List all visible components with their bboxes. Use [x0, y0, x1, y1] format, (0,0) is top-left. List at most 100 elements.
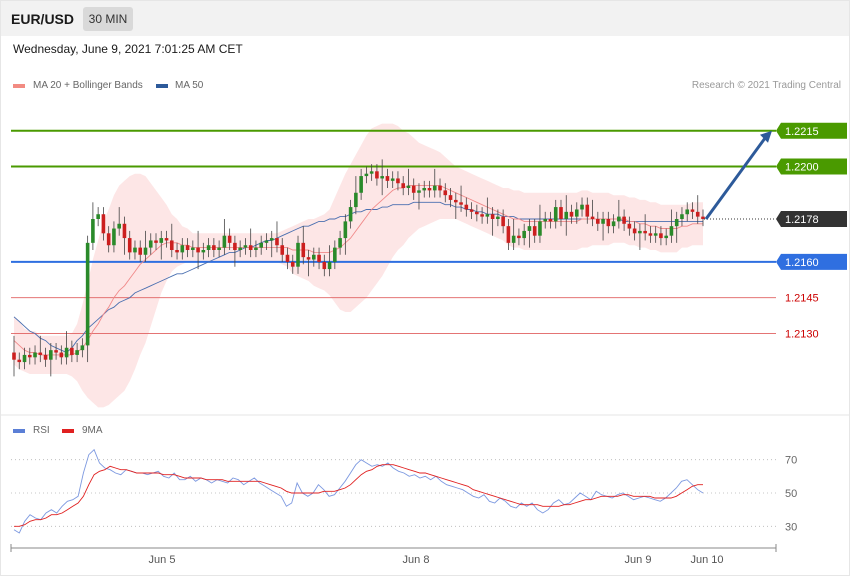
- candle-body: [138, 247, 143, 255]
- x-tick-label: Jun 8: [403, 554, 430, 566]
- candle-body: [64, 347, 69, 358]
- candle-body: [396, 178, 400, 184]
- candle-body: [417, 190, 421, 193]
- candle-body: [485, 214, 490, 217]
- candle-body: [180, 245, 185, 253]
- projection-arrow-shaft: [704, 135, 768, 220]
- candle-body: [164, 238, 169, 241]
- candle-body: [685, 209, 690, 215]
- candle-body: [290, 261, 295, 267]
- candle-body: [85, 242, 90, 346]
- level-label: 1.2145: [785, 293, 819, 305]
- candle-body: [611, 221, 616, 227]
- candle-body: [359, 176, 363, 193]
- candle-body: [553, 207, 558, 222]
- candle-body: [490, 214, 495, 219]
- candle-body: [101, 214, 106, 234]
- candle-body: [280, 245, 285, 255]
- candle-body: [627, 223, 632, 229]
- candle-body: [459, 202, 463, 205]
- candle-body: [75, 350, 79, 355]
- candle-body: [411, 185, 416, 193]
- candle-body: [669, 226, 674, 236]
- candle-body: [143, 247, 148, 255]
- candle-body: [348, 207, 353, 222]
- candle-body: [653, 233, 658, 236]
- candle-body: [122, 223, 127, 239]
- candle-body: [601, 219, 605, 224]
- candle-body: [343, 221, 348, 239]
- candle-body: [27, 354, 32, 358]
- candle-body: [585, 204, 590, 217]
- candle-body: [191, 247, 195, 250]
- candle-body: [185, 245, 190, 250]
- level-label: 1.2215: [785, 126, 819, 138]
- candle-body: [201, 250, 206, 253]
- candle-body: [590, 216, 595, 219]
- candle-body: [12, 352, 16, 360]
- candle-body: [432, 185, 437, 191]
- candle-body: [148, 240, 153, 248]
- x-tick-label: Jun 5: [149, 554, 176, 566]
- candle-body: [269, 238, 274, 241]
- candle-body: [664, 235, 668, 239]
- candle-body: [227, 235, 232, 243]
- candle-body: [17, 359, 22, 363]
- candle-body: [522, 230, 526, 239]
- candle-body: [106, 233, 111, 246]
- candle-body: [548, 219, 553, 222]
- candle-body: [390, 178, 395, 181]
- candle-body: [70, 347, 74, 355]
- candle-body: [454, 199, 458, 203]
- candle-body: [469, 209, 474, 212]
- current-price-label: 1.2178: [785, 214, 819, 226]
- candle-body: [338, 238, 342, 248]
- candle-body: [22, 354, 27, 363]
- candle-body: [306, 257, 311, 260]
- candle-body: [564, 211, 569, 219]
- candle-body: [80, 345, 85, 351]
- candle-body: [259, 242, 263, 248]
- candle-body: [501, 216, 505, 227]
- candle-body: [574, 209, 579, 217]
- x-tick-label: Jun 10: [690, 554, 723, 566]
- candle-body: [648, 233, 653, 236]
- candle-body: [443, 190, 448, 196]
- candle-body: [154, 240, 158, 243]
- candle-body: [448, 195, 453, 200]
- level-label: 1.2160: [785, 257, 819, 269]
- candle-body: [33, 352, 37, 358]
- candle-body: [480, 214, 484, 217]
- candle-body: [464, 204, 469, 210]
- candle-body: [422, 188, 427, 191]
- candle-body: [427, 188, 432, 191]
- candle-body: [54, 350, 58, 353]
- candle-body: [527, 226, 532, 231]
- candle-body: [569, 211, 574, 217]
- candle-body: [674, 219, 679, 227]
- rsi-tick-label: 50: [785, 488, 797, 500]
- candle-body: [643, 230, 647, 234]
- candle-body: [238, 247, 242, 250]
- candle-body: [333, 247, 337, 262]
- candle-body: [680, 214, 684, 219]
- candle-body: [496, 216, 500, 219]
- candle-body: [438, 185, 442, 191]
- candle-body: [112, 228, 116, 246]
- candle-body: [559, 207, 563, 219]
- candle-body: [322, 261, 327, 270]
- candle-body: [327, 261, 332, 270]
- candle-body: [38, 352, 43, 355]
- candle-body: [275, 238, 279, 246]
- candle-body: [233, 242, 237, 250]
- rsi-tick-label: 30: [785, 521, 797, 533]
- candle-body: [369, 171, 374, 174]
- candle-body: [127, 238, 132, 253]
- level-label: 1.2130: [785, 328, 819, 340]
- candle-body: [596, 219, 600, 224]
- candle-body: [175, 250, 179, 253]
- candle-body: [506, 226, 511, 243]
- candle-body: [222, 235, 227, 248]
- level-label: 1.2200: [785, 162, 819, 174]
- candle-body: [248, 245, 253, 250]
